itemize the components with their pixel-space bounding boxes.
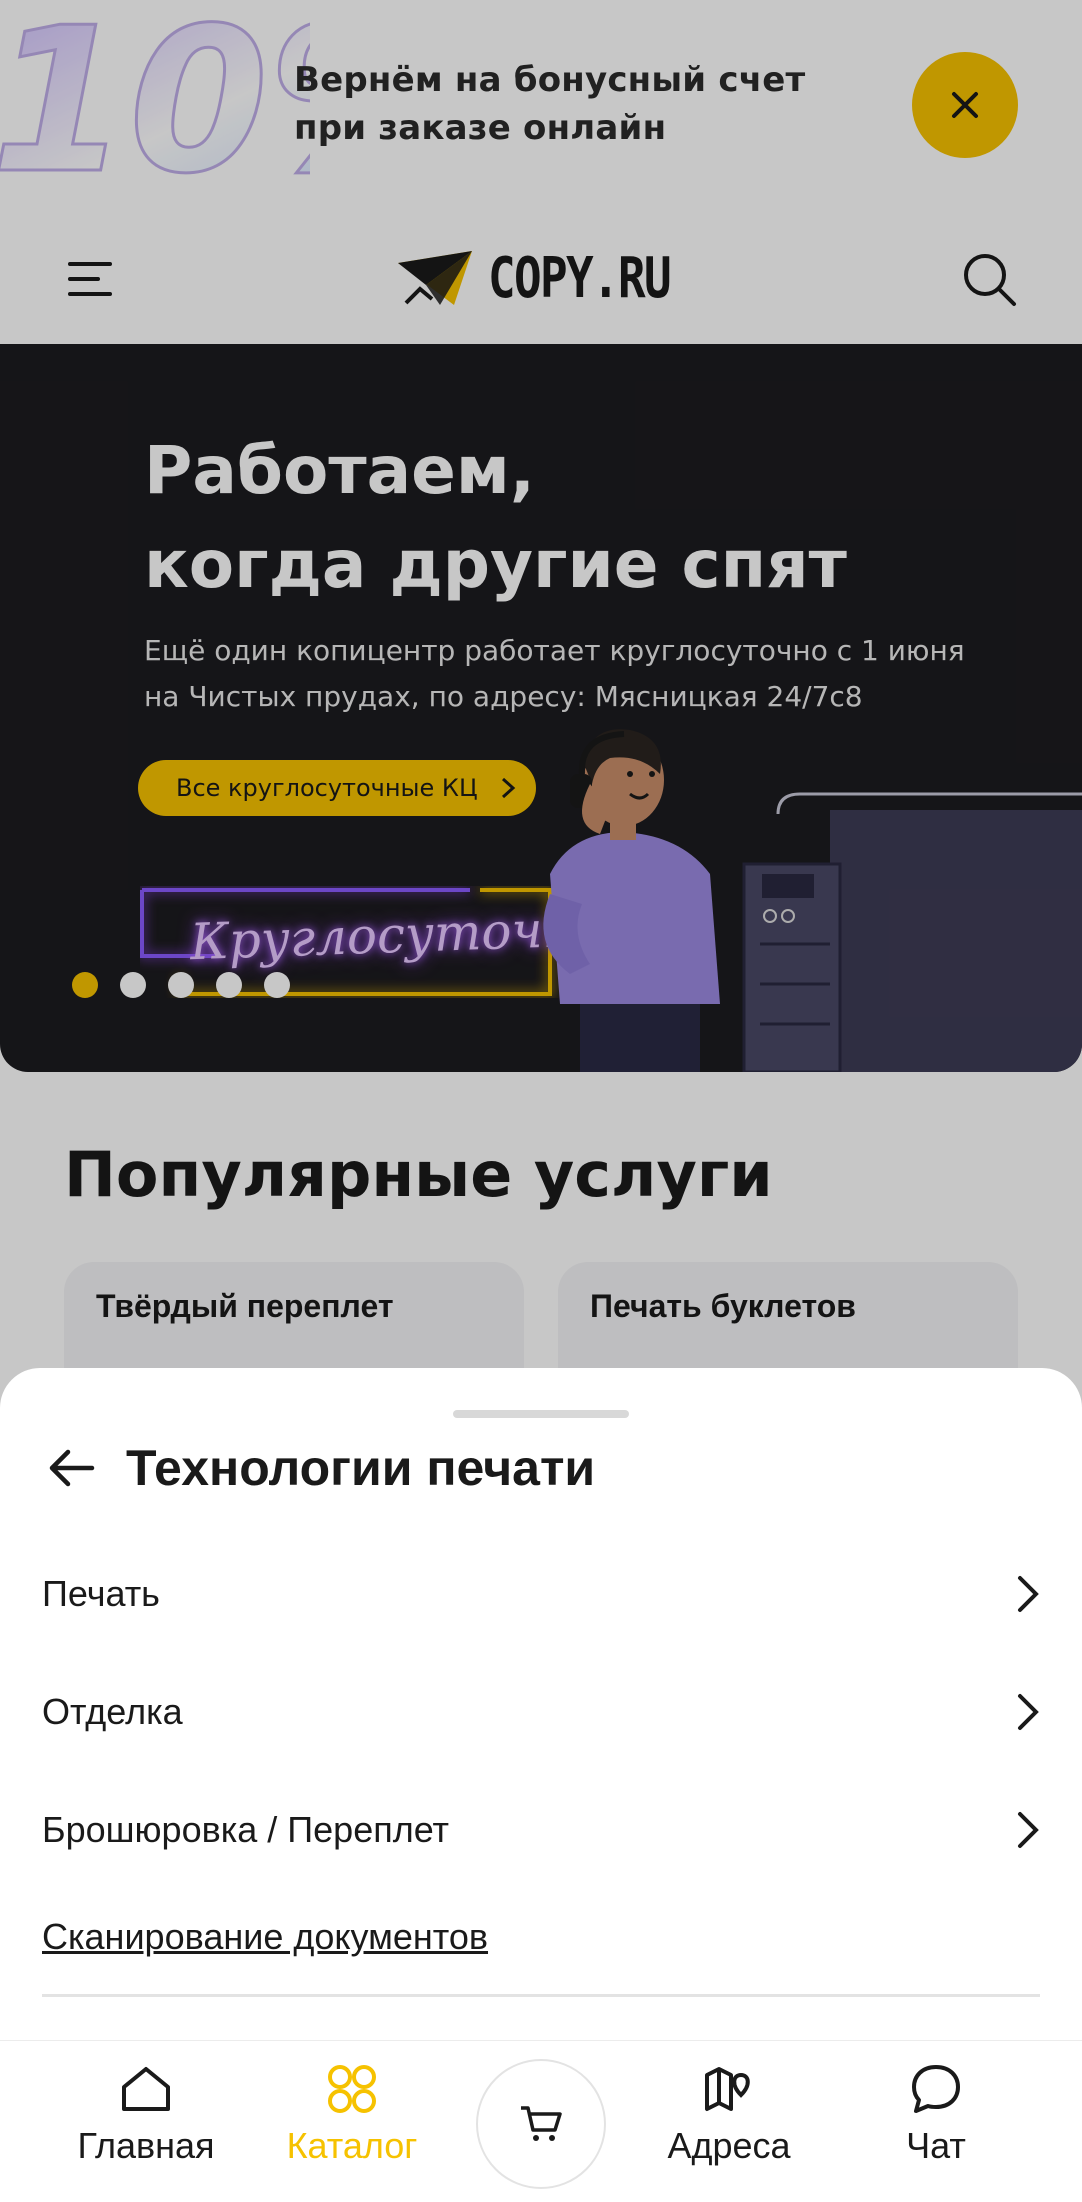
nav-chat-label: Чат	[906, 2125, 966, 2166]
sheet-title: Технологии печати	[126, 1440, 596, 1496]
menu-item-finishing[interactable]: Отделка	[42, 1672, 1040, 1752]
chat-icon	[912, 2065, 960, 2113]
chevron-right-icon	[1018, 1694, 1039, 1730]
menu-item-print[interactable]: Печать	[42, 1554, 1040, 1634]
back-arrow-icon[interactable]	[44, 1440, 100, 1496]
nav-catalog[interactable]: Каталог	[252, 2059, 452, 2189]
bottom-navigation: Главная Каталог Адреса Чат	[0, 2040, 1082, 2202]
chevron-right-icon	[1018, 1576, 1039, 1612]
sheet-drag-handle[interactable]	[453, 1410, 629, 1418]
nav-chat[interactable]: Чат	[836, 2059, 1036, 2189]
catalog-icon	[328, 2065, 376, 2113]
home-icon	[122, 2067, 170, 2111]
menu-item-label: Печать	[42, 1573, 160, 1614]
nav-home-label: Главная	[77, 2125, 215, 2166]
divider	[42, 1994, 1040, 1997]
menu-item-label: Отделка	[42, 1691, 183, 1732]
nav-home[interactable]: Главная	[46, 2059, 246, 2189]
nav-catalog-label: Каталог	[286, 2125, 418, 2166]
scan-documents-link[interactable]: Сканирование документов	[42, 1916, 488, 1958]
nav-addresses[interactable]: Адреса	[629, 2059, 829, 2189]
cart-icon	[521, 2106, 562, 2141]
cart-button[interactable]	[476, 2059, 606, 2189]
menu-item-binding[interactable]: Брошюровка / Переплет	[42, 1790, 1040, 1870]
map-icon	[705, 2067, 750, 2111]
nav-addresses-label: Адреса	[667, 2125, 791, 2166]
chevron-right-icon	[1018, 1812, 1039, 1848]
menu-item-label: Брошюровка / Переплет	[42, 1809, 450, 1850]
